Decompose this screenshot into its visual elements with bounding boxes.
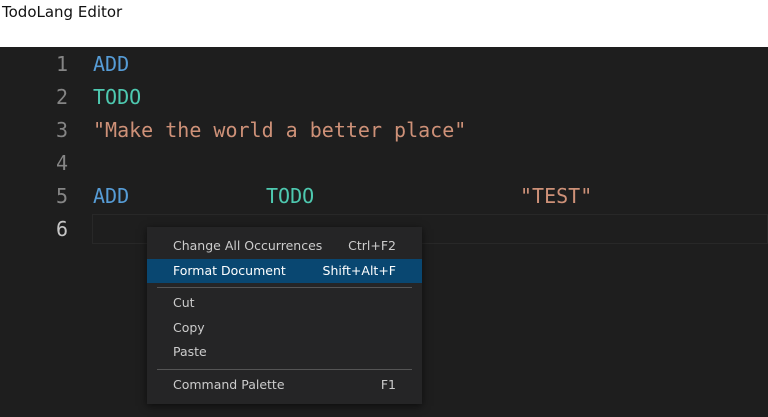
menu-item-label: Format Document [173, 263, 286, 278]
context-menu: Change All Occurrences Ctrl+F2 Format Do… [147, 227, 422, 404]
code-line[interactable]: 1 ADD [0, 48, 768, 81]
keyword-token: TODO [93, 85, 142, 109]
window-title: TodoLang Editor [0, 0, 768, 47]
code-line[interactable]: 2 TODO [0, 81, 768, 114]
keyword-token: ADD [93, 52, 130, 76]
keyword-token: TODO [266, 184, 315, 208]
code-line[interactable]: 4 [0, 147, 768, 180]
line-number: 1 [55, 52, 68, 76]
line-number: 5 [55, 184, 68, 208]
menu-item-cut[interactable]: Cut [147, 291, 422, 315]
menu-separator [157, 287, 412, 288]
code-line[interactable]: 5 ADD TODO "TEST" [0, 180, 768, 213]
menu-item-label: Change All Occurrences [173, 238, 323, 253]
string-token: "Make the world a better place" [93, 118, 467, 142]
line-number: 3 [55, 118, 68, 142]
keyword-token: ADD [93, 184, 130, 208]
menu-item-paste[interactable]: Paste [147, 340, 422, 364]
menu-item-label: Paste [173, 344, 207, 359]
menu-item-label: Copy [173, 320, 205, 335]
menu-item-command-palette[interactable]: Command Palette F1 [147, 373, 422, 397]
menu-item-change-all-occurrences[interactable]: Change All Occurrences Ctrl+F2 [147, 234, 422, 258]
menu-item-label: Command Palette [173, 377, 285, 392]
line-number: 2 [55, 85, 68, 109]
menu-item-format-document[interactable]: Format Document Shift+Alt+F [147, 259, 422, 283]
menu-item-shortcut: F1 [380, 377, 396, 392]
menu-item-copy[interactable]: Copy [147, 316, 422, 340]
menu-item-shortcut: Ctrl+F2 [348, 238, 396, 253]
menu-item-shortcut: Shift+Alt+F [322, 263, 396, 278]
menu-item-label: Cut [173, 295, 195, 310]
menu-separator [157, 369, 412, 370]
code-line[interactable]: 3 "Make the world a better place" [0, 114, 768, 147]
line-number: 6 [55, 217, 68, 241]
line-number: 4 [55, 151, 68, 175]
string-token: "TEST" [520, 184, 593, 208]
